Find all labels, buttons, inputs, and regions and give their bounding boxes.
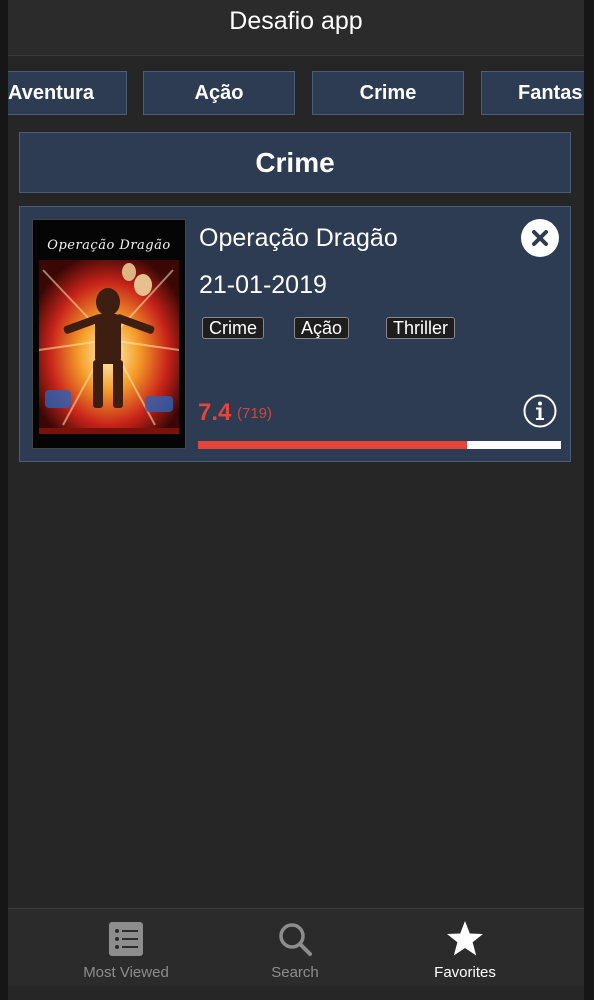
genre-chip-crime[interactable]: Crime (312, 71, 464, 115)
nav-title: Desafio app (229, 7, 363, 35)
tab-label: Most Viewed (83, 964, 169, 981)
right-edge (584, 0, 594, 1000)
genre-tag: Crime (202, 317, 264, 339)
genre-filter-strip[interactable]: Aventura Ação Crime Fantas (8, 70, 584, 118)
genre-chip-fantasia[interactable]: Fantas (481, 71, 584, 115)
tab-label: Search (271, 964, 319, 981)
rating-value: 7.4 (198, 399, 232, 426)
info-button[interactable] (522, 393, 558, 429)
info-icon (523, 394, 557, 428)
poster-artwork (33, 220, 185, 448)
list-icon (109, 922, 143, 956)
close-icon (532, 230, 548, 246)
movie-release-date: 21-01-2019 (199, 271, 327, 299)
star-icon (447, 921, 483, 956)
genre-tag: Thriller (386, 317, 456, 339)
movie-title: Operação Dragão (199, 224, 398, 252)
rating-bar (198, 441, 561, 449)
genre-chip-acao[interactable]: Ação (143, 71, 295, 115)
search-icon (279, 923, 312, 956)
vote-count: (719) (237, 405, 273, 422)
tab-favorites[interactable]: Favorites (369, 909, 561, 986)
movie-card[interactable]: Operação Dragão Operação Dragão 21-01-20… (19, 206, 571, 462)
app-screen: Desafio app Aventura Ação Crime Fantas C… (8, 0, 584, 1000)
left-edge (0, 0, 8, 1000)
section-header: Crime (19, 132, 571, 193)
genre-tag: Ação (294, 317, 350, 339)
remove-favorite-button[interactable] (521, 219, 559, 257)
movie-poster[interactable]: Operação Dragão (32, 219, 186, 449)
tab-search[interactable]: Search (199, 909, 391, 986)
tab-label: Favorites (434, 964, 496, 981)
genre-chip-aventura[interactable]: Aventura (8, 71, 127, 115)
rating-bar-fill (198, 441, 467, 449)
navigation-bar: Desafio app (8, 0, 584, 56)
poster-title-text: Operação Dragão (47, 238, 171, 253)
tab-most-viewed[interactable]: Most Viewed (30, 909, 222, 986)
tab-bar: Most Viewed Search Favorites (8, 908, 584, 986)
